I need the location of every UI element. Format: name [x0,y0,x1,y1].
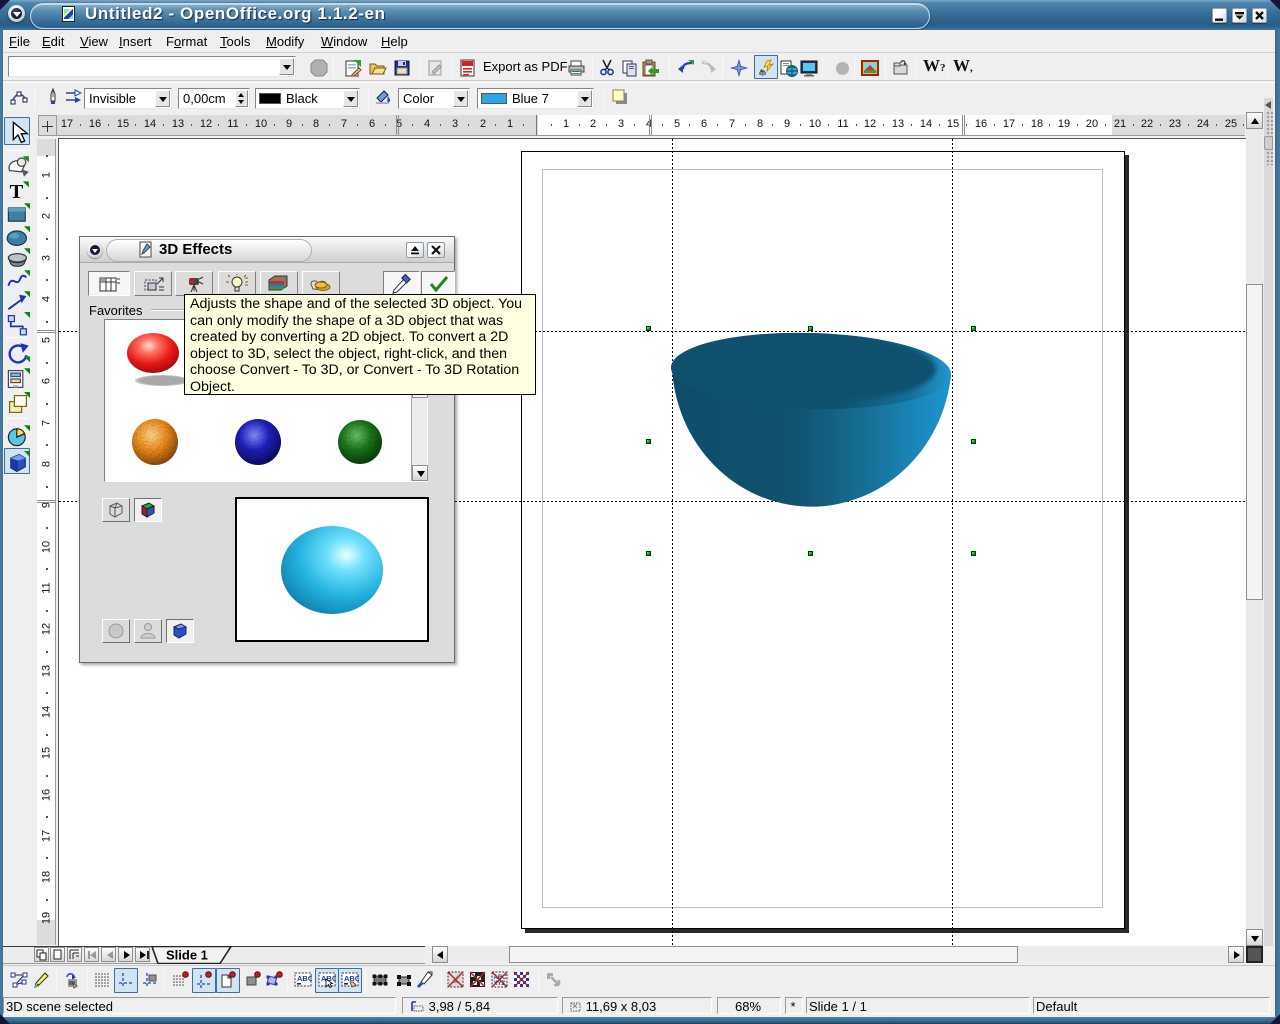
svg-text:T: T [10,181,24,203]
svg-text:ABC: ABC [297,974,312,983]
svg-text:Slide 1: Slide 1 [166,948,208,963]
